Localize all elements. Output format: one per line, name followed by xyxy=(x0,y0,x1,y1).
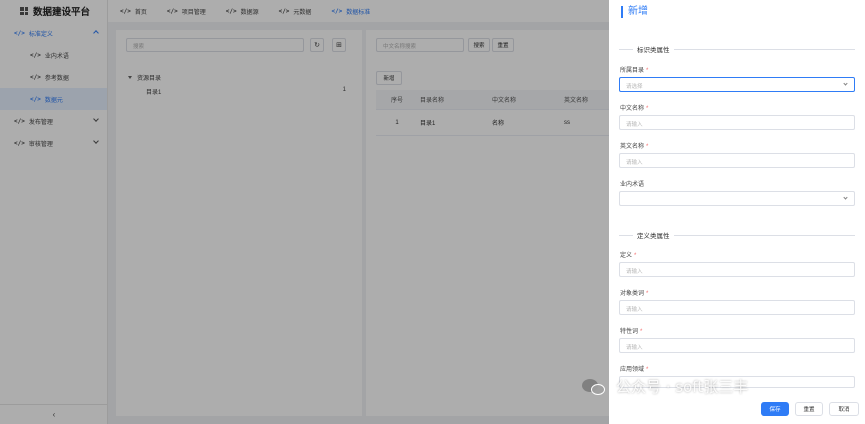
field-label-directory: 所属目录 * xyxy=(620,68,649,74)
drawer-title: 新增 xyxy=(621,6,648,18)
chevron-down-icon xyxy=(843,81,848,86)
section-title: 标识类属性 xyxy=(637,47,670,54)
required-mark: * xyxy=(646,68,649,74)
required-mark: * xyxy=(646,367,649,373)
required-mark: * xyxy=(646,106,649,112)
field-label-industry-term: 业内术语 xyxy=(620,182,645,188)
section-title: 定义类属性 xyxy=(637,233,670,240)
section-definition: 定义类属性 xyxy=(619,230,855,240)
required-mark: * xyxy=(646,144,649,150)
required-mark: * xyxy=(634,253,637,259)
save-button[interactable]: 保存 xyxy=(761,402,789,416)
chevron-down-icon xyxy=(843,195,848,200)
cancel-button[interactable]: 取消 xyxy=(829,402,859,416)
object-class-input[interactable]: 请输入 xyxy=(619,300,855,315)
field-label-chinese-name: 中文名称 * xyxy=(620,106,649,112)
field-label-english-name: 英文名称 * xyxy=(620,144,649,150)
english-name-input[interactable]: 请输入 xyxy=(619,153,855,168)
required-mark: * xyxy=(646,291,649,297)
divider xyxy=(673,234,855,236)
modal-overlay[interactable] xyxy=(0,0,609,424)
chinese-name-input[interactable]: 请输入 xyxy=(619,115,855,130)
field-label-application-domain: 应用领域 * xyxy=(620,367,649,373)
divider xyxy=(619,48,633,50)
definition-input[interactable]: 请输入 xyxy=(619,262,855,277)
field-label-object-class: 对象类词 * xyxy=(620,291,649,297)
divider xyxy=(619,234,633,236)
watermark-text: 公众号 · soft张三丰 xyxy=(616,378,749,396)
divider xyxy=(673,48,855,50)
field-label-definition: 定义 * xyxy=(620,253,637,259)
app: 数据建设平台 </> 标准定义 </> 业内术语 </> 参考数据 </> 数据… xyxy=(0,0,865,424)
watermark: 公众号 · soft张三丰 xyxy=(582,376,748,397)
section-identification: 标识类属性 xyxy=(619,44,855,54)
add-drawer: 新增 标识类属性 所属目录 * 请选择 中文名称 * 请输入 英文名称 * 请输入 业… xyxy=(609,0,865,424)
wechat-icon xyxy=(582,377,608,397)
field-label-property: 特性词 * xyxy=(620,329,643,335)
industry-term-select[interactable] xyxy=(619,191,855,206)
reset-button[interactable]: 重置 xyxy=(795,402,823,416)
property-input[interactable]: 请输入 xyxy=(619,338,855,353)
directory-select[interactable]: 请选择 xyxy=(619,77,855,92)
required-mark: * xyxy=(640,329,643,335)
